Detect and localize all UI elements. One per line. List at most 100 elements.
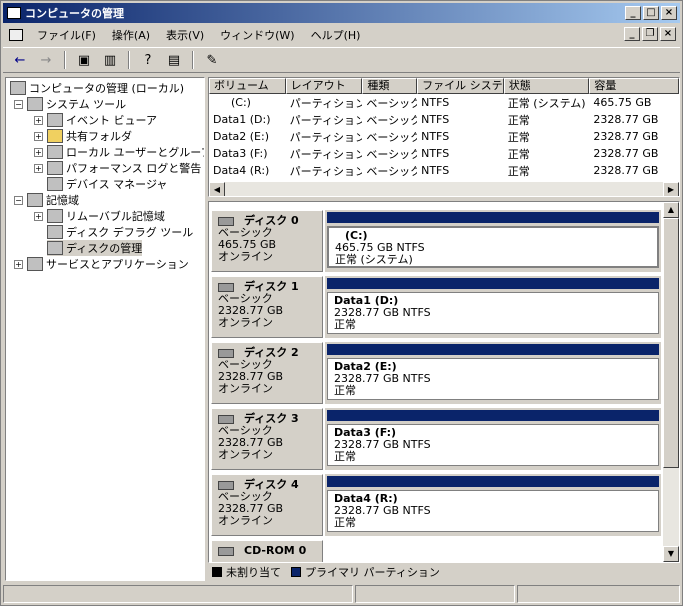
status-pane [517, 585, 680, 603]
expand-icon[interactable]: + [34, 163, 43, 173]
disk-icon [218, 216, 234, 226]
menu-bar: ファイル(F) 操作(A) 表示(V) ウィンドウ(W) ヘルプ(H) [3, 25, 680, 45]
vertical-scrollbar[interactable]: ▲ ▼ [663, 202, 679, 562]
tree-event-viewer[interactable]: + イベント ビューア [34, 112, 157, 128]
disk-info[interactable]: ディスク 1 ベーシック 2328.77 GB オンライン [211, 276, 323, 338]
mdi-minimize-button[interactable]: _ [624, 27, 640, 41]
legend: 未割り当て プライマリ パーティション [212, 564, 440, 580]
tree-services-apps[interactable]: + サービスとアプリケーション [14, 256, 189, 272]
properties-icon[interactable]: ▤ [163, 50, 185, 70]
cdrom-row[interactable]: CD-ROM 0 [209, 538, 663, 562]
partition-details[interactable]: Data3 (F:) 2328.77 GB NTFS 正常 [327, 424, 659, 466]
title-bar: コンピュータの管理 _ □ × [3, 3, 680, 23]
partition-block[interactable]: (C:) 465.75 GB NTFS 正常 (システム) [325, 210, 661, 272]
partition-details[interactable]: (C:) 465.75 GB NTFS 正常 (システム) [327, 226, 659, 268]
column-header-capacity[interactable]: 容量 [589, 78, 679, 94]
tree-system-tools[interactable]: − システム ツール [14, 96, 126, 112]
table-row[interactable]: Data1 (D:) パーティション ベーシック NTFS 正常 2328.77 GB [209, 111, 679, 128]
partition-block[interactable]: Data4 (R:) 2328.77 GB NTFS 正常 [325, 474, 661, 536]
column-header-layout[interactable]: レイアウト [285, 78, 363, 94]
disk-icon [218, 480, 234, 490]
help-icon[interactable]: ? [137, 50, 159, 70]
column-header-volume[interactable]: ボリューム [209, 78, 286, 94]
column-header-status[interactable]: 状態 [503, 78, 590, 94]
partition-details[interactable]: Data2 (E:) 2328.77 GB NTFS 正常 [327, 358, 659, 400]
partition-block[interactable]: Data1 (D:) 2328.77 GB NTFS 正常 [325, 276, 661, 338]
scroll-left-icon[interactable]: ◀ [209, 182, 225, 196]
status-bar [3, 585, 680, 603]
menu-view[interactable]: 表示(V) [158, 25, 212, 45]
partition-details[interactable]: Data4 (R:) 2328.77 GB NTFS 正常 [327, 490, 659, 532]
status-pane [3, 585, 353, 603]
tree-perf-logs[interactable]: + パフォーマンス ログと警告 [34, 160, 201, 176]
disk-row[interactable]: ディスク 3 ベーシック 2328.77 GB オンライン Data3 (F:)… [209, 406, 663, 470]
cdrom-icon [218, 546, 234, 556]
expand-icon[interactable]: + [34, 147, 43, 157]
disk-row[interactable]: ディスク 4 ベーシック 2328.77 GB オンライン Data4 (R:)… [209, 472, 663, 536]
disk-management-icon [47, 241, 63, 255]
primary-partition-bar [327, 278, 659, 289]
tree-local-users[interactable]: + ローカル ユーザーとグループ [34, 144, 204, 160]
tree-disk-management[interactable]: ディスクの管理 [47, 240, 143, 256]
up-folder-icon[interactable]: ▣ [73, 50, 95, 70]
back-icon[interactable]: ← [9, 50, 31, 70]
console-icon [9, 29, 23, 41]
tree-root[interactable]: コンピュータの管理 (ローカル) [10, 80, 184, 96]
partition-block[interactable]: Data3 (F:) 2328.77 GB NTFS 正常 [325, 408, 661, 470]
details-pane: ボリューム レイアウト 種類 ファイル システム 状態 容量 (C:)パーティシ… [208, 77, 680, 581]
column-header-filesystem[interactable]: ファイル システム [417, 78, 504, 94]
maximize-button[interactable]: □ [643, 6, 659, 20]
collapse-icon[interactable]: − [14, 99, 23, 109]
performance-icon [47, 161, 63, 175]
disk-graphical-view: ディスク 0 ベーシック 465.75 GB オンライン (C:) 465.75… [208, 201, 680, 563]
menu-action[interactable]: 操作(A) [104, 25, 158, 45]
scroll-thumb[interactable] [663, 218, 679, 468]
menu-help[interactable]: ヘルプ(H) [303, 25, 369, 45]
edit-icon[interactable]: ✎ [201, 50, 223, 70]
disk-icon [218, 414, 234, 424]
minimize-button[interactable]: _ [625, 6, 641, 20]
disk-row[interactable]: ディスク 0 ベーシック 465.75 GB オンライン (C:) 465.75… [209, 208, 663, 272]
device-manager-icon [47, 177, 63, 191]
scroll-right-icon[interactable]: ▶ [663, 182, 679, 196]
disk-icon [218, 348, 234, 358]
disk-info[interactable]: ディスク 3 ベーシック 2328.77 GB オンライン [211, 408, 323, 470]
menu-window[interactable]: ウィンドウ(W) [212, 25, 302, 45]
expand-icon[interactable]: + [14, 259, 23, 269]
cdrom-info[interactable]: CD-ROM 0 [211, 540, 323, 562]
tools-icon [27, 97, 43, 111]
disk-row[interactable]: ディスク 1 ベーシック 2328.77 GB オンライン Data1 (D:)… [209, 274, 663, 338]
horizontal-scrollbar[interactable]: ◀ ▶ [209, 182, 679, 196]
volume-list-header: ボリューム レイアウト 種類 ファイル システム 状態 容量 [209, 78, 679, 94]
tree-storage[interactable]: − 記憶域 [14, 192, 79, 208]
collapse-icon[interactable]: − [14, 195, 23, 205]
column-header-type[interactable]: 種類 [362, 78, 418, 94]
scroll-up-icon[interactable]: ▲ [663, 202, 679, 218]
tree-device-manager[interactable]: デバイス マネージャ [47, 176, 167, 192]
expand-icon[interactable]: + [34, 115, 43, 125]
partition-block[interactable]: Data2 (E:) 2328.77 GB NTFS 正常 [325, 342, 661, 404]
disk-row[interactable]: ディスク 2 ベーシック 2328.77 GB オンライン Data2 (E:)… [209, 340, 663, 404]
disk-info[interactable]: ディスク 2 ベーシック 2328.77 GB オンライン [211, 342, 323, 404]
tree-shared-folders[interactable]: + 共有フォルダ [34, 128, 132, 144]
table-row[interactable]: Data4 (R:) パーティション ベーシック NTFS 正常 2328.77 GB [209, 162, 679, 179]
table-row[interactable]: Data2 (E:) パーティション ベーシック NTFS 正常 2328.77 GB [209, 128, 679, 145]
expand-icon[interactable]: + [34, 131, 43, 141]
forward-icon[interactable]: → [35, 50, 57, 70]
expand-icon[interactable]: + [34, 211, 43, 221]
table-row[interactable]: (C:) パーティション ベーシック NTFS 正常 (システム) 465.75 GB [209, 94, 679, 111]
partition-details[interactable]: Data1 (D:) 2328.77 GB NTFS 正常 [327, 292, 659, 334]
menu-file[interactable]: ファイル(F) [29, 25, 104, 45]
disk-info[interactable]: ディスク 4 ベーシック 2328.77 GB オンライン [211, 474, 323, 536]
tree-removable[interactable]: + リムーバブル記憶域 [34, 208, 165, 224]
removable-storage-icon [47, 209, 63, 223]
close-button[interactable]: × [661, 6, 677, 20]
tree-defrag[interactable]: ディスク デフラグ ツール [47, 224, 193, 240]
disk-info[interactable]: ディスク 0 ベーシック 465.75 GB オンライン [211, 210, 323, 272]
mdi-restore-button[interactable]: ❐ [642, 27, 658, 41]
mdi-close-button[interactable]: × [660, 27, 676, 41]
table-row[interactable]: Data3 (F:) パーティション ベーシック NTFS 正常 2328.77 GB [209, 145, 679, 162]
primary-partition-bar [327, 344, 659, 355]
scroll-down-icon[interactable]: ▼ [663, 546, 679, 562]
show-tree-icon[interactable]: ▥ [99, 50, 121, 70]
